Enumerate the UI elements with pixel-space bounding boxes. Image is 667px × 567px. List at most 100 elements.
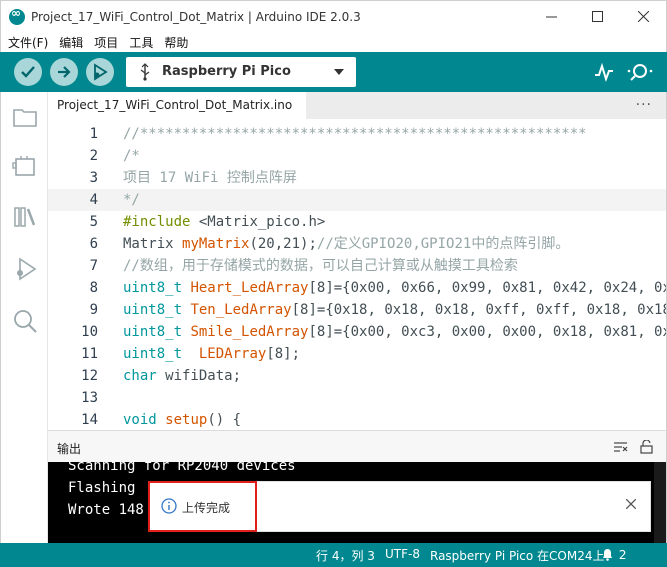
code-line[interactable]: 12 char wifiData; (48, 365, 666, 387)
menu-help[interactable]: 帮助 (164, 34, 188, 51)
code-line[interactable]: 1 //*************************************… (48, 123, 666, 145)
code-token: Heart_LedArray (190, 280, 309, 296)
code-line[interactable]: 10 uint8_t Smile_LedArray[8]={0x00, 0xc3,… (48, 321, 666, 343)
code-token: #include (123, 214, 191, 230)
code-text: char wifiData; (123, 365, 241, 387)
debug-icon (17, 257, 37, 281)
code-text: //**************************************… (123, 123, 587, 145)
code-token: Ten_LedArray (190, 302, 292, 318)
code-line[interactable]: 9 uint8_t Ten_LedArray[8]={0x18, 0x18, 0x… (48, 299, 666, 321)
code-line[interactable]: 14 void setup() { (48, 409, 666, 430)
line-number: 2 (89, 148, 98, 164)
output-title: 输出 (57, 442, 82, 456)
code-line[interactable]: 7 //数组，用于存储模式的数据，可以自己计算或从触摸工具检索 (48, 255, 666, 277)
search-button[interactable] (12, 308, 38, 334)
menu-tools[interactable]: 工具 (129, 34, 153, 51)
status-bar: 行 4，列 3 UTF-8 Raspberry Pi Pico 在COM24上 … (0, 543, 667, 567)
line-number: 1 (89, 126, 98, 142)
sketchbook-button[interactable] (12, 104, 38, 130)
arrow-right-icon (58, 66, 71, 78)
editor-tab-bar: Project_17_WiFi_Control_Dot_Matrix.ino ·… (48, 92, 667, 119)
console-line: Scanning for RP2040 devices (68, 462, 296, 474)
close-window-button[interactable] (620, 1, 666, 32)
activity-sidebar (0, 92, 48, 547)
serial-monitor-button[interactable] (627, 62, 653, 85)
debug-button[interactable] (86, 58, 114, 86)
board-port-status[interactable]: Raspberry Pi Pico 在COM24上 (430, 547, 605, 564)
code-token: //定义GPIO20,GPIO21中的点阵引脚。 (316, 236, 570, 252)
line-number: 4 (89, 192, 98, 208)
line-number: 6 (89, 236, 98, 252)
toolbar: Raspberry Pi Pico (0, 52, 667, 92)
search-icon (14, 310, 37, 333)
file-encoding[interactable]: UTF-8 (385, 547, 420, 561)
title-bar: Project_17_WiFi_Control_Dot_Matrix | Ard… (0, 0, 667, 32)
line-number: 14 (81, 412, 98, 428)
console-scrollbar[interactable] (654, 462, 666, 543)
line-number: 9 (89, 302, 98, 318)
console-line: Flashing (68, 480, 136, 496)
maximize-button[interactable] (574, 1, 620, 32)
tab-sketch-file[interactable]: Project_17_WiFi_Control_Dot_Matrix.ino (48, 92, 306, 119)
line-number: 5 (89, 214, 98, 230)
tab-label: Project_17_WiFi_Control_Dot_Matrix.ino (57, 97, 293, 112)
code-text: uint8_t Smile_LedArray[8]={0x00, 0xc3, 0… (123, 321, 666, 343)
menu-bar: 文件(F) 编辑 项目 工具 帮助 (0, 32, 667, 52)
code-token: uint8_t (123, 346, 183, 362)
line-number: 11 (81, 346, 98, 362)
code-token: uint8_t (123, 302, 183, 318)
code-text: /* (123, 145, 140, 167)
more-tabs-button[interactable]: ··· (636, 97, 652, 113)
board-name: Raspberry Pi Pico (162, 64, 291, 79)
code-editor[interactable]: 1 //*************************************… (48, 119, 667, 430)
upload-button[interactable] (50, 58, 78, 86)
code-line[interactable]: 4 */ (48, 189, 666, 211)
code-token: uint8_t (123, 280, 183, 296)
code-line[interactable]: 6 Matrix myMatrix(20,21);//定义GPIO20,GPIO2… (48, 233, 666, 255)
code-token: */ (123, 192, 140, 208)
code-line[interactable]: 11 uint8_t LEDArray[8]; (48, 343, 666, 365)
usb-icon (140, 63, 150, 81)
library-icon (14, 207, 36, 227)
output-panel-header: 输出 (48, 430, 667, 462)
annotation-highlight (148, 481, 257, 532)
menu-edit[interactable]: 编辑 (59, 34, 83, 51)
code-text: uint8_t Heart_LedArray[8]={0x00, 0x66, 0… (123, 277, 666, 299)
minimize-button[interactable] (528, 1, 574, 32)
arduino-logo-icon (9, 6, 25, 25)
code-token: [8]={0x00, 0xc3, 0x00, 0x00, 0x18, 0x81,… (308, 324, 666, 340)
line-number: 12 (81, 368, 98, 384)
code-text: */ (123, 189, 140, 211)
clear-output-button[interactable] (613, 440, 628, 457)
lock-scroll-button[interactable] (640, 439, 653, 457)
window-title: Project_17_WiFi_Control_Dot_Matrix | Ard… (31, 9, 361, 24)
code-line[interactable]: 5 #include <Matrix_pico.h> (48, 211, 666, 233)
verify-button[interactable] (14, 58, 42, 86)
cursor-position[interactable]: 行 4，列 3 (316, 547, 375, 564)
code-text: 项目 17 WiFi 控制点阵屏 (123, 167, 297, 189)
code-text: uint8_t LEDArray[8]; (123, 343, 300, 365)
code-token: () { (207, 412, 242, 428)
code-line[interactable]: 2 /* (48, 145, 666, 167)
code-token: setup (165, 412, 208, 428)
menu-sketch[interactable]: 项目 (94, 34, 118, 51)
serial-plotter-button[interactable] (594, 62, 614, 85)
code-line[interactable]: 3 项目 17 WiFi 控制点阵屏 (48, 167, 666, 189)
bell-icon (603, 549, 612, 561)
code-line[interactable]: 13 (48, 387, 666, 409)
code-token: myMatrix (182, 236, 250, 252)
code-text: #include <Matrix_pico.h> (123, 211, 325, 233)
close-notification-icon[interactable] (626, 499, 636, 509)
notifications-status[interactable]: 2 (602, 548, 626, 562)
code-line[interactable]: 8 uint8_t Heart_LedArray[8]={0x00, 0x66, … (48, 277, 666, 299)
menu-file[interactable]: 文件(F) (8, 34, 48, 51)
debug-panel-button[interactable] (12, 256, 38, 282)
code-token: /* (123, 148, 140, 164)
code-token: [8]; (266, 346, 301, 362)
library-manager-button[interactable] (12, 204, 38, 230)
boards-manager-button[interactable] (12, 154, 38, 180)
board-selector[interactable]: Raspberry Pi Pico (126, 57, 356, 87)
notification-count: 2 (618, 548, 627, 562)
line-number: 10 (81, 324, 98, 340)
